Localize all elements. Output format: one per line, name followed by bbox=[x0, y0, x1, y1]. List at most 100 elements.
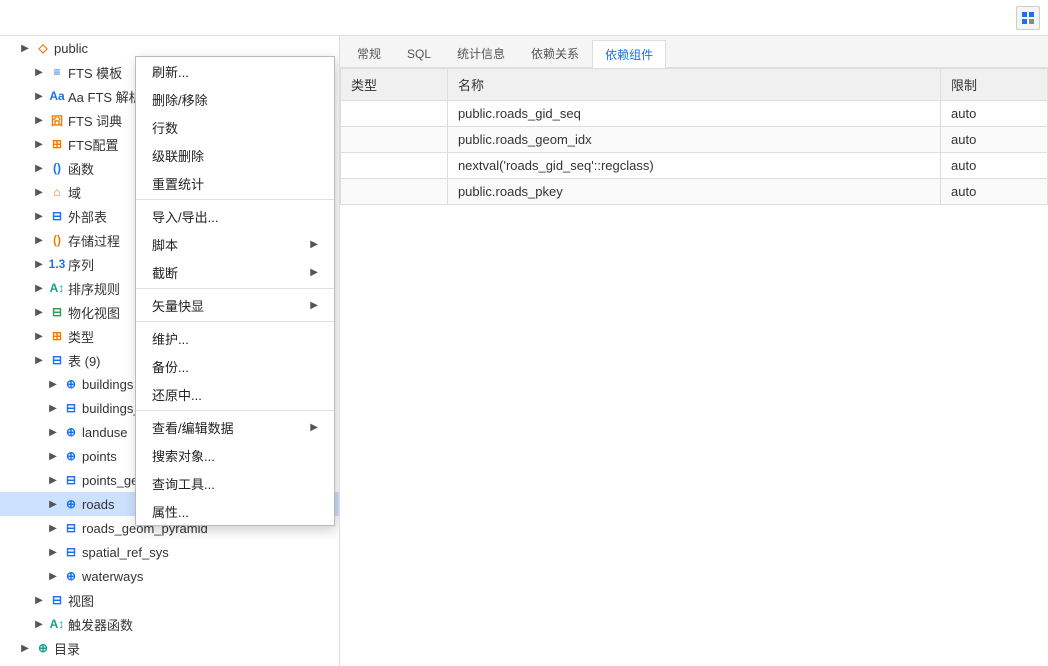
tree-arrow: ▶ bbox=[32, 113, 46, 127]
tree-icon: ⊟ bbox=[49, 208, 65, 224]
browser-header bbox=[0, 0, 1048, 36]
browser-icon-button[interactable] bbox=[1016, 6, 1040, 30]
ctx-label: 截断 bbox=[152, 263, 178, 282]
tab-label: SQL bbox=[407, 47, 431, 61]
tree-label: 视图 bbox=[68, 591, 339, 610]
ctx-label: 行数 bbox=[152, 118, 178, 137]
ctx-item-backup[interactable]: 备份... bbox=[136, 352, 334, 380]
tree-icon: ⊟ bbox=[63, 400, 79, 416]
tree-arrow: ▶ bbox=[32, 89, 46, 103]
ctx-item-reset-stats[interactable]: 重置统计 bbox=[136, 169, 334, 197]
table-row[interactable]: public.roads_pkeyauto bbox=[341, 179, 1048, 205]
tree-arrow: ▶ bbox=[32, 593, 46, 607]
tree-icon: ⊞ bbox=[49, 136, 65, 152]
submenu-arrow: ▶ bbox=[310, 267, 318, 278]
col-header-type: 类型 bbox=[341, 69, 448, 101]
tree-item-spatial-ref[interactable]: ▶ ⊟ spatial_ref_sys bbox=[0, 540, 339, 564]
submenu-arrow: ▶ bbox=[310, 239, 318, 250]
tree-item-languages[interactable]: ▶ ⊕ 语言 bbox=[0, 660, 339, 666]
tree-icon: () bbox=[49, 232, 65, 248]
ctx-item-row-count[interactable]: 行数 bbox=[136, 113, 334, 141]
ctx-item-refresh[interactable]: 刷新... bbox=[136, 57, 334, 85]
tree-icon: A↕ bbox=[49, 616, 65, 632]
cell-name: nextval('roads_gid_seq'::regclass) bbox=[447, 153, 940, 179]
ctx-item-truncate[interactable]: 截断 ▶ bbox=[136, 258, 334, 286]
tree-icon: ⊟ bbox=[63, 520, 79, 536]
tree-arrow: ▶ bbox=[46, 449, 60, 463]
ctx-item-maintain[interactable]: 维护... bbox=[136, 324, 334, 352]
ctx-label: 刷新... bbox=[152, 62, 189, 81]
ctx-item-view-edit-data[interactable]: 查看/编辑数据▶ bbox=[136, 413, 334, 441]
tree-arrow: ▶ bbox=[46, 545, 60, 559]
ctx-label: 重置统计 bbox=[152, 174, 204, 193]
ctx-label: 还原中... bbox=[152, 385, 202, 404]
tree-label: 语言 bbox=[54, 663, 339, 666]
ctx-item-import-export[interactable]: 导入/导出... bbox=[136, 202, 334, 230]
content-area: 常规SQL统计信息依赖关系依赖组件 类型名称限制 public.roads_gi… bbox=[340, 36, 1048, 666]
cell-limit: auto bbox=[941, 179, 1048, 205]
tree-item-triggers[interactable]: ▶ A↕ 触发器函数 bbox=[0, 612, 339, 636]
ctx-item-restore[interactable]: 还原中... bbox=[136, 380, 334, 408]
content-tab-deps[interactable]: 依赖关系 bbox=[518, 39, 592, 67]
submenu-arrow: ▶ bbox=[310, 300, 318, 311]
content-tab-stats[interactable]: 统计信息 bbox=[444, 39, 518, 67]
tab-label: 依赖组件 bbox=[605, 46, 653, 63]
ctx-label: 级联删除 bbox=[152, 146, 204, 165]
tree-arrow: ▶ bbox=[32, 353, 46, 367]
content-tab-general[interactable]: 常规 bbox=[344, 39, 394, 67]
content-tab-dep-components[interactable]: 依赖组件 bbox=[592, 40, 666, 68]
tree-arrow: ▶ bbox=[32, 257, 46, 271]
ctx-label: 备份... bbox=[152, 357, 189, 376]
table-row[interactable]: nextval('roads_gid_seq'::regclass)auto bbox=[341, 153, 1048, 179]
tree-item-catalogs[interactable]: ▶ ⊕ 目录 bbox=[0, 636, 339, 660]
ctx-item-search-object[interactable]: 搜索对象... bbox=[136, 441, 334, 469]
submenu-arrow: ▶ bbox=[310, 422, 318, 433]
context-menu: 刷新...删除/移除行数级联删除重置统计导入/导出...脚本▶截断▶矢量快显▶维… bbox=[135, 56, 335, 526]
ctx-item-query-tool[interactable]: 查询工具... bbox=[136, 469, 334, 497]
tab-label: 统计信息 bbox=[457, 45, 505, 62]
ctx-item-properties[interactable]: 属性... bbox=[136, 497, 334, 525]
tab-label: 依赖关系 bbox=[531, 45, 579, 62]
tree-icon: ⊕ bbox=[63, 448, 79, 464]
tree-arrow: ▶ bbox=[46, 497, 60, 511]
tree-icon: ⊕ bbox=[35, 640, 51, 656]
ctx-separator bbox=[136, 410, 334, 411]
tree-arrow: ▶ bbox=[32, 233, 46, 247]
cell-name: public.roads_geom_idx bbox=[447, 127, 940, 153]
table-row[interactable]: public.roads_gid_seqauto bbox=[341, 101, 1048, 127]
ctx-label: 属性... bbox=[152, 502, 189, 521]
content-tab-bar: 常规 SQL 统计信息 依赖关系 依赖组件 bbox=[340, 36, 1048, 68]
ctx-label: 查询工具... bbox=[152, 474, 215, 493]
dependency-table: 类型名称限制 public.roads_gid_seqautopublic.ro… bbox=[340, 68, 1048, 666]
tree-arrow: ▶ bbox=[46, 377, 60, 391]
table-row[interactable]: public.roads_geom_idxauto bbox=[341, 127, 1048, 153]
content-tab-sql[interactable]: SQL bbox=[394, 39, 444, 67]
ctx-item-scripts[interactable]: 脚本 ▶ bbox=[136, 230, 334, 258]
cell-type bbox=[341, 101, 448, 127]
tree-arrow: ▶ bbox=[32, 329, 46, 343]
ctx-separator bbox=[136, 288, 334, 289]
ctx-item-vector-quick[interactable]: 矢量快显▶ bbox=[136, 291, 334, 319]
tree-icon: ⊟ bbox=[63, 544, 79, 560]
tree-item-waterways[interactable]: ▶ ⊕ waterways bbox=[0, 564, 339, 588]
tree-arrow: ▶ bbox=[46, 425, 60, 439]
tree-arrow: ▶ bbox=[46, 521, 60, 535]
tree-arrow: ▶ bbox=[32, 137, 46, 151]
ctx-separator bbox=[136, 199, 334, 200]
tree-item-views[interactable]: ▶ ⊟ 视图 bbox=[0, 588, 339, 612]
ctx-label: 删除/移除 bbox=[152, 90, 208, 109]
col-header-limit: 限制 bbox=[941, 69, 1048, 101]
ctx-item-cascade-delete[interactable]: 级联删除 bbox=[136, 141, 334, 169]
tree-arrow: ▶ bbox=[18, 41, 32, 55]
tree-icon: ⊕ bbox=[63, 568, 79, 584]
cell-name: public.roads_pkey bbox=[447, 179, 940, 205]
ctx-label: 脚本 bbox=[152, 235, 178, 254]
ctx-label: 导入/导出... bbox=[152, 207, 218, 226]
tree-arrow: ▶ bbox=[32, 161, 46, 175]
cell-name: public.roads_gid_seq bbox=[447, 101, 940, 127]
tree-arrow: ▶ bbox=[32, 281, 46, 295]
tree-icon: ⊟ bbox=[49, 352, 65, 368]
tree-icon: ⌂ bbox=[49, 184, 65, 200]
tree-icon: ⊟ bbox=[49, 304, 65, 320]
ctx-item-delete-move[interactable]: 删除/移除 bbox=[136, 85, 334, 113]
